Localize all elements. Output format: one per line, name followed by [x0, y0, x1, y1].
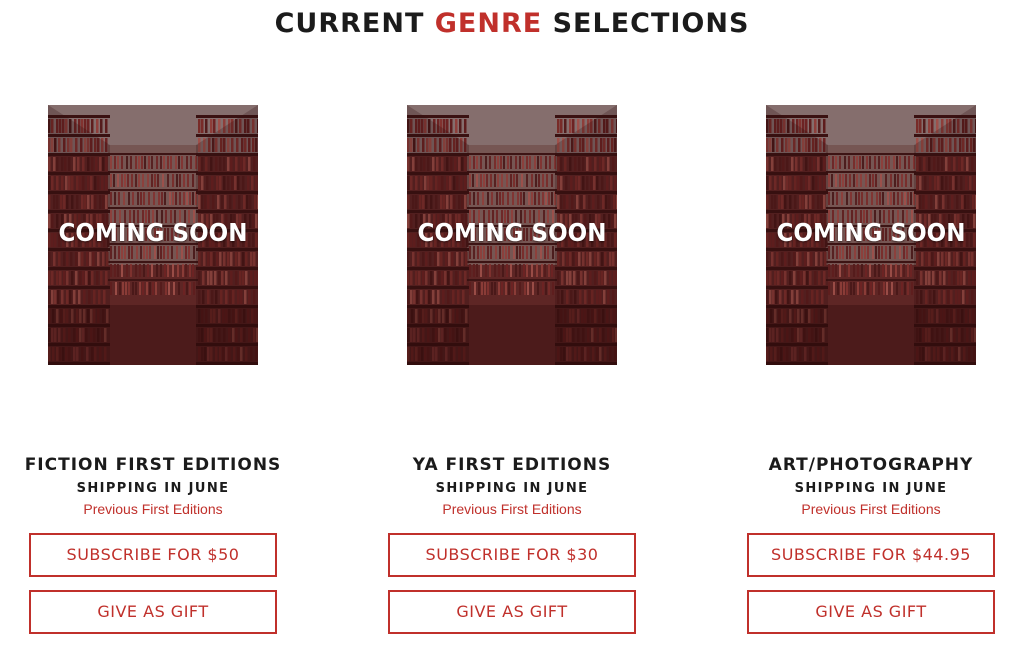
genre-card-art-photography: COMING SOON ART/PHOTOGRAPHY SHIPPING IN … [718, 0, 1018, 668]
cover-image[interactable]: COMING SOON [407, 105, 617, 365]
subscribe-button[interactable]: SUBSCRIBE FOR $44.95 [747, 533, 995, 577]
previous-first-editions-link[interactable]: Previous First Editions [718, 501, 1024, 517]
give-as-gift-button[interactable]: GIVE AS GIFT [29, 590, 277, 634]
coming-soon-label: COMING SOON [776, 218, 966, 247]
subscribe-button[interactable]: SUBSCRIBE FOR $50 [29, 533, 277, 577]
genre-card-fiction: COMING SOON FICTION FIRST EDITIONS SHIPP… [0, 0, 300, 668]
cover-image[interactable]: COMING SOON [48, 105, 258, 365]
cover-image[interactable]: COMING SOON [766, 105, 976, 365]
give-as-gift-button[interactable]: GIVE AS GIFT [388, 590, 636, 634]
genre-title: FICTION FIRST EDITIONS [24, 455, 282, 475]
shipping-status: SHIPPING IN JUNE [794, 481, 948, 496]
genre-title: ART/PHOTOGRAPHY [768, 455, 974, 475]
subscribe-button[interactable]: SUBSCRIBE FOR $30 [388, 533, 636, 577]
genre-card-ya: COMING SOON YA FIRST EDITIONS SHIPPING I… [359, 0, 659, 668]
shipping-status: SHIPPING IN JUNE [435, 481, 589, 496]
coming-soon-label: COMING SOON [58, 218, 248, 247]
give-as-gift-button[interactable]: GIVE AS GIFT [747, 590, 995, 634]
shipping-status: SHIPPING IN JUNE [76, 481, 230, 496]
previous-first-editions-link[interactable]: Previous First Editions [0, 501, 306, 517]
previous-first-editions-link[interactable]: Previous First Editions [359, 501, 665, 517]
genre-title: YA FIRST EDITIONS [412, 455, 612, 475]
coming-soon-label: COMING SOON [417, 218, 607, 247]
